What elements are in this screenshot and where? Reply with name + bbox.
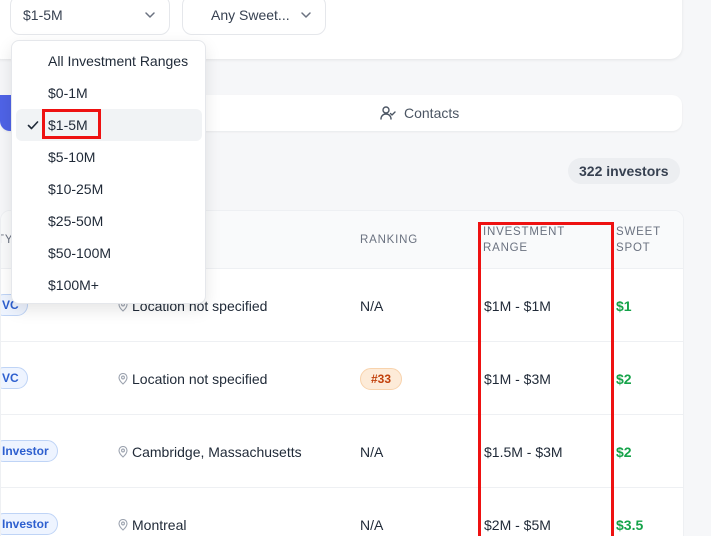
dropdown-option-50-100m[interactable]: $50-100M: [16, 237, 202, 269]
sweet-spot-cell: $2: [616, 370, 632, 387]
investment-range-cell: $1M - $1M: [484, 297, 551, 314]
results-count-badge: 322 investors: [568, 158, 680, 184]
investment-range-dropdown: All Investment Ranges $0-1M $1-5M $5-10M…: [11, 40, 206, 304]
table-row[interactable]: Investor Montreal N/A $2M - $5M $3.5: [1, 488, 683, 536]
dropdown-option-25-50m[interactable]: $25-50M: [16, 205, 202, 237]
ranking-badge: #33: [360, 367, 403, 390]
sweet-spot-cell: $2: [616, 443, 632, 460]
dropdown-option-5-10m[interactable]: $5-10M: [16, 141, 202, 173]
ranking-cell: N/A: [360, 297, 384, 314]
location-text: Montreal: [132, 516, 187, 533]
map-pin-icon: [118, 372, 128, 385]
table-row[interactable]: Investor Cambridge, Massachusetts N/A $1…: [1, 415, 683, 488]
type-badge: Investor: [1, 440, 58, 462]
check-icon: [27, 121, 39, 130]
tab-contacts[interactable]: Contacts: [380, 95, 459, 131]
dropdown-option-1-5m[interactable]: $1-5M: [16, 109, 202, 141]
header-investment-range-line2: RANGE: [483, 242, 528, 254]
table-row[interactable]: VC Location not specified #33 $1M - $3M …: [1, 342, 683, 415]
sweet-spot-cell: $1: [616, 297, 632, 314]
dropdown-option-10-25m[interactable]: $10-25M: [16, 173, 202, 205]
investment-range-cell: $1.5M - $3M: [484, 443, 563, 460]
header-investment-range[interactable]: INVESTMENT RANGE: [483, 224, 565, 256]
location-cell: Location not specified: [117, 342, 267, 415]
location-text: Cambridge, Massachusetts: [132, 443, 302, 460]
investment-range-cell: $1M - $3M: [484, 370, 551, 387]
investment-range-cell: $2M - $5M: [484, 516, 551, 533]
sweet-spot-select-value: Any Sweet...: [211, 7, 290, 23]
dropdown-option-all[interactable]: All Investment Ranges: [16, 45, 202, 77]
user-check-icon: [380, 106, 396, 120]
ranking-cell: #33: [360, 342, 403, 415]
header-ranking[interactable]: RANKING: [360, 232, 418, 248]
chevron-down-icon: [301, 12, 311, 18]
header-sweet-spot-line2: SPOT: [616, 242, 651, 254]
location-text: Location not specified: [132, 370, 268, 387]
type-badge: Investor: [1, 513, 58, 535]
location-cell: Montreal: [117, 488, 186, 536]
dropdown-option-1-5m-label: $1-5M: [48, 117, 88, 133]
dropdown-option-100m-plus[interactable]: $100M+: [16, 269, 202, 301]
chevron-down-icon: [145, 12, 155, 18]
sweet-spot-select[interactable]: Any Sweet...: [182, 0, 326, 35]
sweet-spot-cell: $3.5: [616, 516, 644, 533]
ranking-cell: N/A: [360, 443, 384, 460]
header-sweet-spot[interactable]: SWEET SPOT: [616, 224, 661, 256]
dropdown-option-0-1m[interactable]: $0-1M: [16, 77, 202, 109]
ranking-cell: N/A: [360, 516, 384, 533]
header-sweet-spot-line1: SWEET: [616, 226, 661, 238]
map-pin-icon: [118, 445, 128, 458]
type-badge: VC: [1, 367, 28, 389]
location-cell: Cambridge, Massachusetts: [117, 415, 302, 488]
investment-range-select-value: $1-5M: [23, 7, 63, 23]
investment-range-select[interactable]: $1-5M: [10, 0, 170, 35]
tab-contacts-label: Contacts: [404, 105, 460, 121]
header-investment-range-line1: INVESTMENT: [483, 226, 566, 238]
map-pin-icon: [118, 518, 128, 531]
